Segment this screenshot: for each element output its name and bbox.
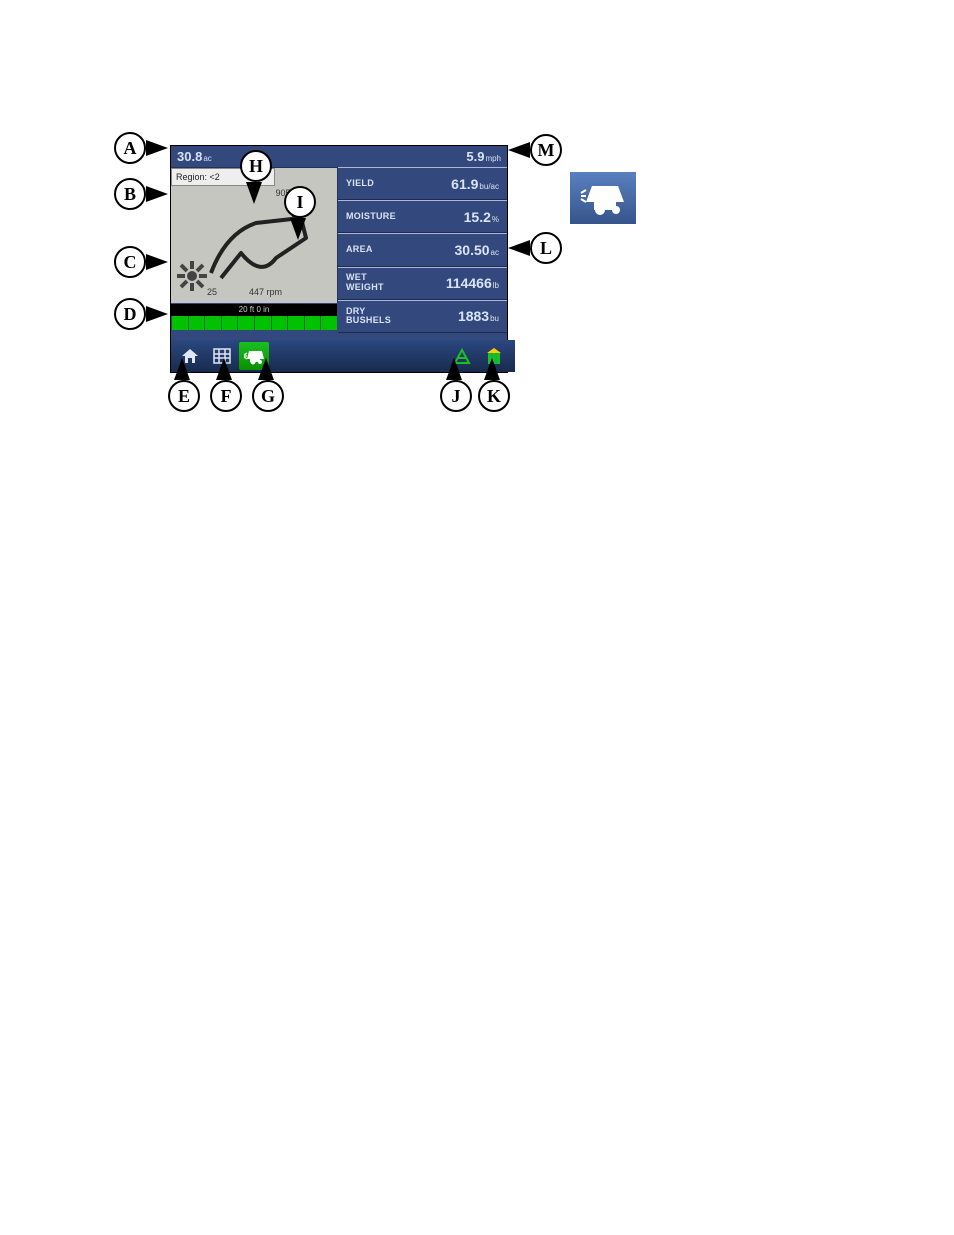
data-row-wet-weight: WET WEIGHT 114466lb	[338, 267, 507, 300]
callout-pointer	[174, 358, 190, 380]
data-row-moisture: MOISTURE 15.2%	[338, 200, 507, 233]
callout-pointer	[290, 218, 306, 240]
callout-pointer	[446, 358, 462, 380]
data-row-area: AREA 30.50ac	[338, 233, 507, 266]
harvest-app-tile[interactable]	[570, 172, 636, 224]
monitor-screen: 30.8ac 5.9mph Region: <2 905 bu	[170, 145, 508, 373]
map-readout-heading: 25	[207, 287, 217, 297]
top-status-bar: 30.8ac 5.9mph	[171, 146, 507, 167]
ground-speed: 5.9mph	[466, 149, 501, 164]
swath-width-label: 20 ft 0 in	[171, 304, 337, 316]
callout-I: I	[284, 186, 316, 218]
callout-L: L	[530, 232, 562, 264]
map-readout-rpm: 447 rpm	[249, 287, 282, 297]
callout-H: H	[240, 150, 272, 182]
callout-pointer	[258, 358, 274, 380]
callout-pointer	[246, 182, 262, 204]
callout-pointer	[508, 142, 530, 158]
callout-pointer	[508, 240, 530, 256]
callout-K: K	[478, 380, 510, 412]
total-area: 30.8ac	[177, 149, 212, 164]
callout-pointer	[146, 186, 168, 202]
combine-icon	[570, 172, 636, 224]
callout-A: A	[114, 132, 146, 164]
callout-pointer	[146, 306, 168, 322]
callout-pointer	[146, 140, 168, 156]
swath-sections	[171, 316, 337, 330]
data-row-yield: YIELD 61.9bu/ac	[338, 167, 507, 200]
callout-J: J	[440, 380, 472, 412]
gear-icon	[177, 261, 207, 291]
callout-G: G	[252, 380, 284, 412]
callout-E: E	[168, 380, 200, 412]
callout-pointer	[484, 358, 500, 380]
callout-pointer	[146, 254, 168, 270]
callout-B: B	[114, 178, 146, 210]
callout-M: M	[530, 134, 562, 166]
data-row-dry-bushels: DRY BUSHELS 1883bu	[338, 300, 507, 333]
callout-pointer	[216, 358, 232, 380]
callout-C: C	[114, 246, 146, 278]
data-panel: YIELD 61.9bu/ac MOISTURE 15.2% AREA 30.5…	[338, 167, 507, 333]
swath-status: 20 ft 0 in	[171, 304, 337, 330]
callout-D: D	[114, 298, 146, 330]
callout-F: F	[210, 380, 242, 412]
